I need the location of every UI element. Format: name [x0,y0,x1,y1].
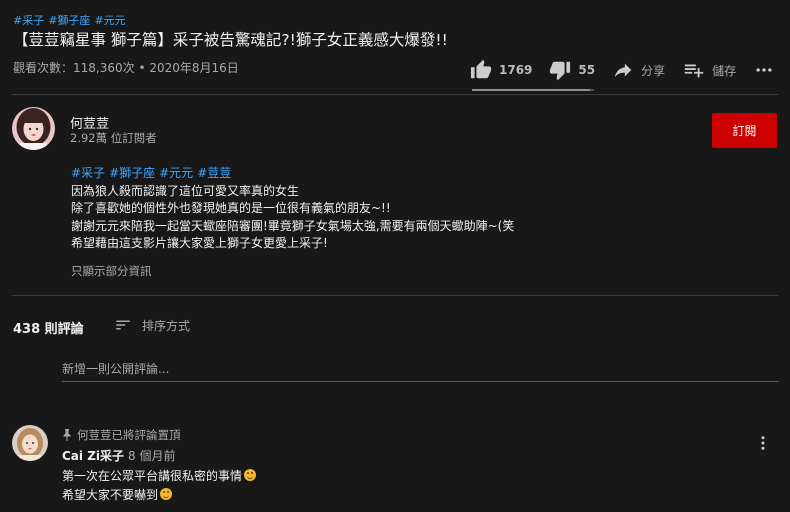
video-title: 【荳荳竊星事 獅子篇】采子被告驚魂記?!獅子女正義感大爆發!! [13,31,448,49]
hashtag-link[interactable]: #采子 [71,166,105,180]
pinned-indicator: 何荳荳已將評論置頂 [62,427,181,443]
playlist-add-icon [684,64,704,78]
video-actions: 1769 55 分享 儲存 [470,56,774,84]
smiling-face-icon [160,488,173,500]
description-line: 謝謝元元來陪我一起當天蠍座陪審團!畢竟獅子女氣場太強,需要有兩個天蠍助陣~(笑 [71,218,515,233]
description-hashtags: #采子 #獅子座 #元元 #荳荳 [71,165,514,183]
sentiment-bar [472,89,594,91]
laughing-face-icon [244,469,257,481]
hashtag-link[interactable]: #元元 [94,14,125,27]
more-actions-button[interactable] [754,60,774,80]
hashtag-link[interactable]: #元元 [159,166,193,180]
hashtag-link[interactable]: #采子 [13,14,44,27]
comment-header: Cai Zi采子 8 個月前 [62,447,175,464]
video-meta: 觀看次數：118,360次 • 2020年8月16日 [13,61,239,75]
video-description: #采子 #獅子座 #元元 #荳荳 因為狼人殺而認識了這位可愛又率真的女生 除了喜歡她的… [71,165,514,253]
subscribe-button[interactable]: 訂閱 [712,113,777,148]
upload-date: 2020年8月16日 [149,61,239,75]
divider [12,94,778,95]
like-button[interactable]: 1769 [470,59,532,81]
channel-avatar[interactable] [12,107,55,150]
more-horizontal-icon [756,68,772,72]
hashtag-link[interactable]: #獅子座 [48,14,90,27]
share-button[interactable]: 分享 [612,59,665,81]
video-hashtags: #采子 #獅子座 #元元 [13,12,130,28]
sentiment-bar-fill [472,89,591,91]
comment-line: 希望大家不要嚇到 [62,488,159,502]
sort-label: 排序方式 [142,318,191,333]
show-less-button[interactable]: 只顯示部分資訊 [71,263,152,279]
share-icon [614,63,632,78]
sort-icon [116,320,130,330]
add-comment-input[interactable]: 新增一則公開評論... [62,356,779,382]
channel-avatar-image [12,107,55,150]
pinned-label: 何荳荳已將評論置頂 [77,428,181,442]
more-vertical-icon [761,436,765,450]
save-button[interactable]: 儲存 [683,59,736,81]
hashtag-link[interactable]: #荳荳 [197,166,231,180]
thumbs-up-icon [470,59,492,79]
hashtag-link[interactable]: #獅子座 [109,166,155,180]
description-line: 希望藉由這支影片讓大家愛上獅子女更愛上采子! [71,236,328,250]
comment-author-avatar[interactable] [12,425,48,461]
dislike-button[interactable]: 55 [549,59,595,81]
comment-line: 第一次在公眾平台講很私密的事情 [62,469,243,483]
comment-time[interactable]: 8 個月前 [128,449,175,463]
comment-menu-button[interactable] [754,434,772,456]
pin-icon [63,429,71,441]
like-count: 1769 [499,63,533,77]
comment-text: 第一次在公眾平台講很私密的事情 希望大家不要嚇到 [62,467,257,505]
comment-author[interactable]: Cai Zi采子 [62,449,124,463]
sort-comments-button[interactable]: 排序方式 [114,316,190,334]
description-line: 因為狼人殺而認識了這位可愛又率真的女生 [71,183,300,198]
save-label: 儲存 [712,63,737,78]
comment-avatar-image [12,425,48,461]
comment-count: 438 則評論 [13,322,84,337]
description-line: 除了喜歡她的個性外也發現她真的是一位很有義氣的朋友~!! [71,201,391,215]
view-count: 觀看次數：118,360次 [13,61,135,75]
share-label: 分享 [641,63,666,78]
divider [12,295,778,296]
dislike-count: 55 [578,63,596,77]
thumbs-down-icon [550,61,571,81]
subscriber-count: 2.92萬 位訂閱者 [70,131,157,145]
